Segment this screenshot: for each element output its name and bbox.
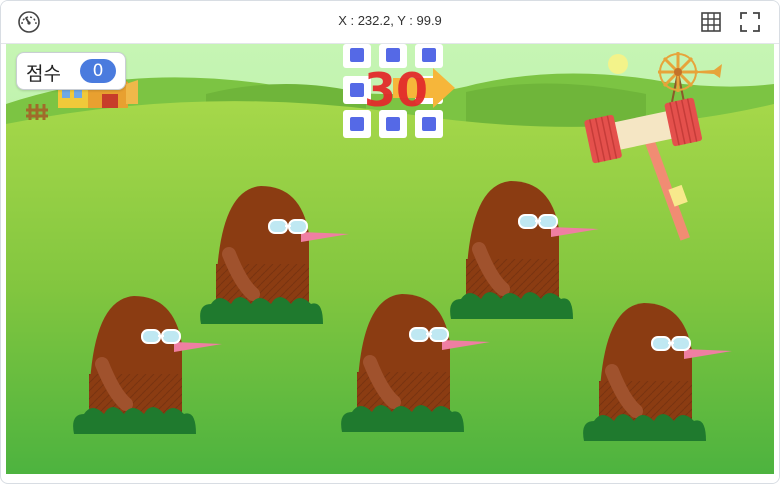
stage-toolbar: X : 232.2, Y : 99.9 — [1, 1, 779, 44]
stage-corner — [729, 475, 779, 483]
score-value: 0 — [80, 59, 116, 83]
timer-text: 30 — [364, 63, 428, 117]
score-label: 점수 — [26, 63, 61, 85]
fullscreen-icon[interactable] — [738, 10, 762, 34]
grid-icon[interactable] — [699, 10, 723, 34]
sun — [608, 54, 628, 74]
score-panel: 점수 0 — [16, 52, 126, 90]
mouse-coordinates: X : 232.2, Y : 99.9 — [338, 13, 442, 28]
game-stage[interactable]: 30 점수 0 — [6, 44, 774, 474]
stage-frame: X : 232.2, Y : 99.9 30 점수 0 — [0, 0, 780, 484]
stage-scene: 30 — [6, 44, 774, 474]
